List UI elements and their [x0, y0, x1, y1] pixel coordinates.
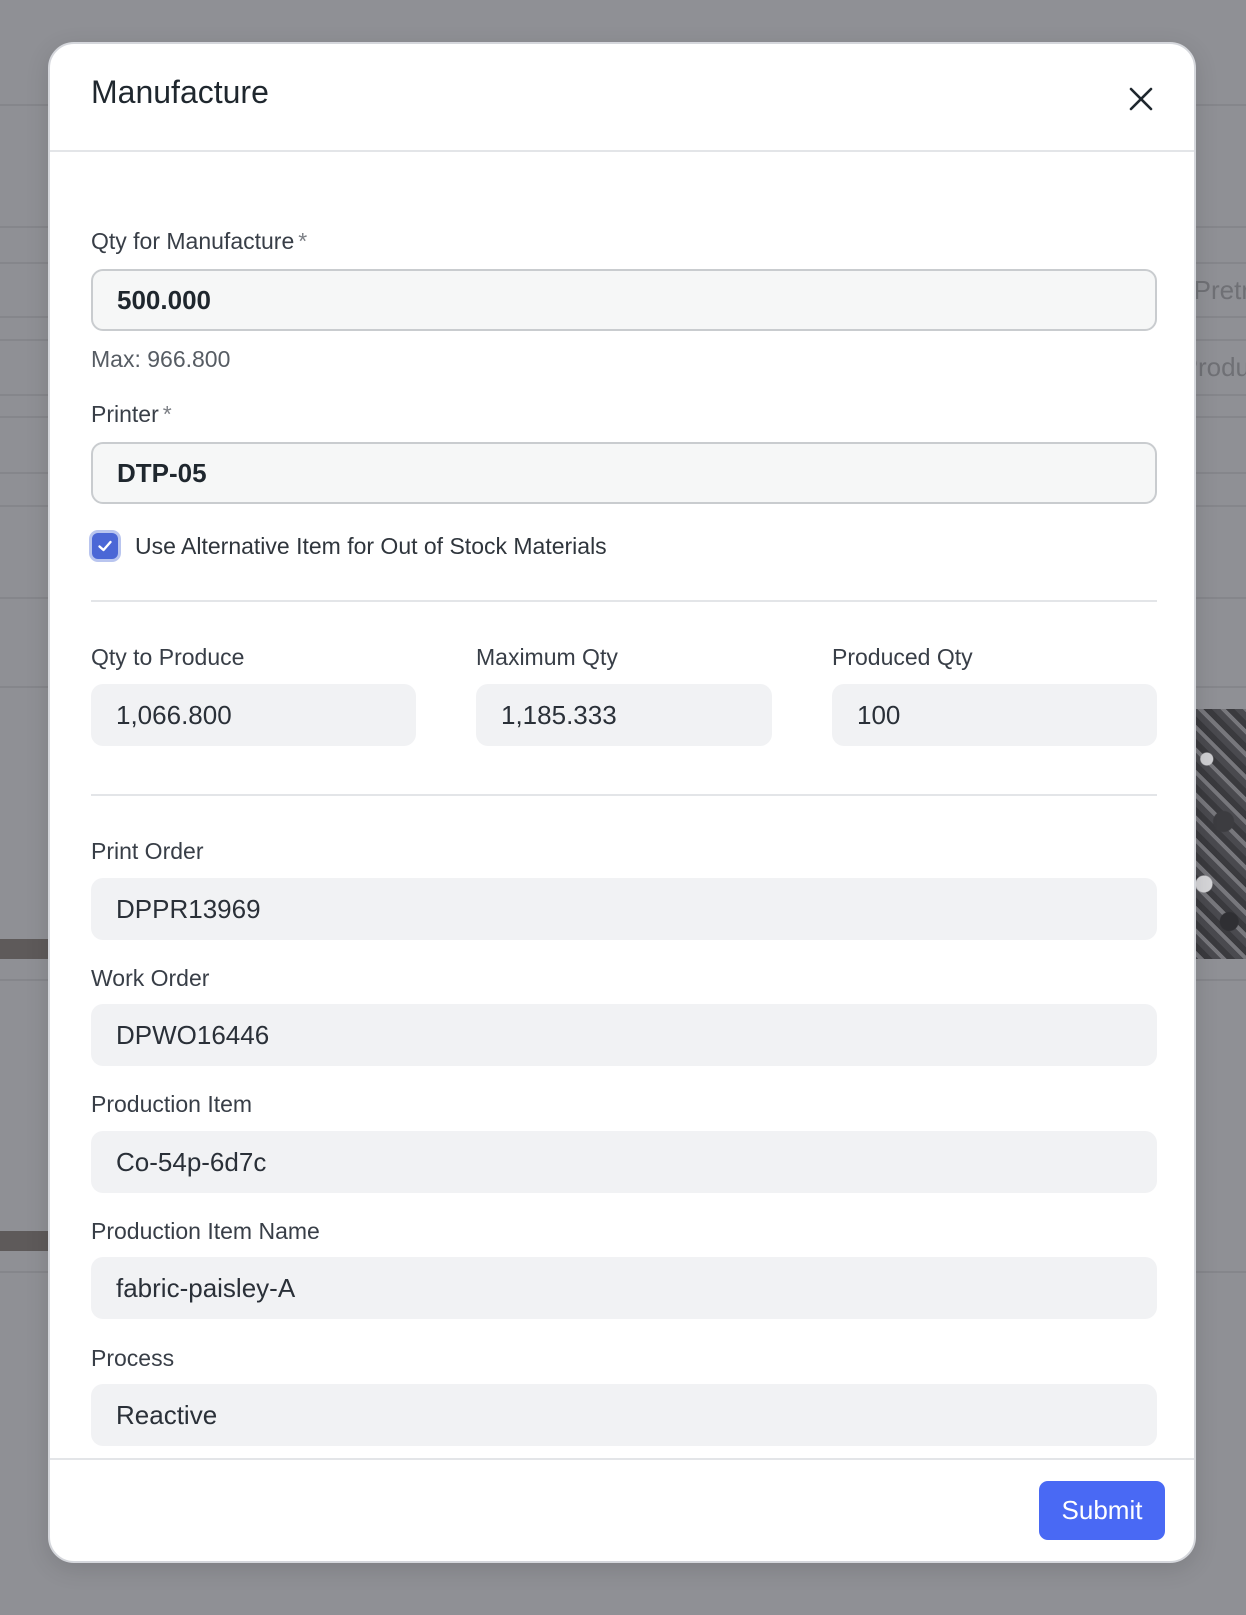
qty-for-manufacture-help: Max: 966.800 [91, 346, 231, 372]
use-alternative-item-label[interactable]: Use Alternative Item for Out of Stock Ma… [135, 533, 607, 560]
print-order-label: Print Order [91, 838, 204, 864]
produced-qty-label: Produced Qty [832, 644, 973, 670]
qty-to-produce-label: Qty to Produce [91, 644, 245, 670]
production-item-name-label: Production Item Name [91, 1218, 320, 1244]
background-fabric-thumbnail [1190, 709, 1246, 959]
production-item-name-field: fabric-paisley-A [91, 1257, 1157, 1319]
qty-for-manufacture-label: Qty for Manufacture * [91, 228, 307, 255]
process-label: Process [91, 1345, 175, 1371]
production-item-label: Production Item [91, 1091, 253, 1117]
printer-label: Printer * [91, 401, 172, 428]
dialog-title: Manufacture [91, 74, 269, 110]
section-divider [91, 794, 1157, 796]
printer-label-text: Printer [91, 401, 159, 427]
produced-qty-field: 100 [832, 684, 1157, 746]
work-order-label: Work Order [91, 965, 210, 991]
work-order-field: DPWO16446 [91, 1004, 1157, 1066]
maximum-qty-label: Maximum Qty [476, 644, 618, 670]
required-mark: * [298, 228, 308, 254]
section-divider [91, 600, 1157, 602]
maximum-qty-field: 1,185.333 [476, 684, 772, 746]
close-button[interactable] [1124, 82, 1158, 116]
use-alternative-item-checkbox[interactable] [92, 533, 118, 559]
background-column-text: Pretr [1193, 275, 1246, 305]
use-alternative-item-row[interactable]: Use Alternative Item for Out of Stock Ma… [91, 526, 607, 566]
qty-for-manufacture-input[interactable]: 500.000 [91, 269, 1157, 331]
manufacture-dialog: Manufacture Qty for Manufacture * 500.000… [48, 42, 1196, 1563]
process-field: Reactive [91, 1384, 1157, 1446]
required-mark: * [162, 401, 172, 427]
dialog-header: Manufacture [50, 44, 1194, 152]
qty-to-produce-field: 1,066.800 [91, 684, 416, 746]
production-item-field: Co-54p-6d7c [91, 1131, 1157, 1193]
submit-button[interactable]: Submit [1039, 1481, 1165, 1540]
qty-for-manufacture-label-text: Qty for Manufacture [91, 228, 295, 254]
dialog-footer: Submit [50, 1458, 1194, 1561]
close-icon [1129, 87, 1153, 111]
print-order-field: DPPR13969 [91, 878, 1157, 940]
checkmark-icon [98, 540, 112, 552]
printer-input[interactable]: DTP-05 [91, 442, 1157, 504]
